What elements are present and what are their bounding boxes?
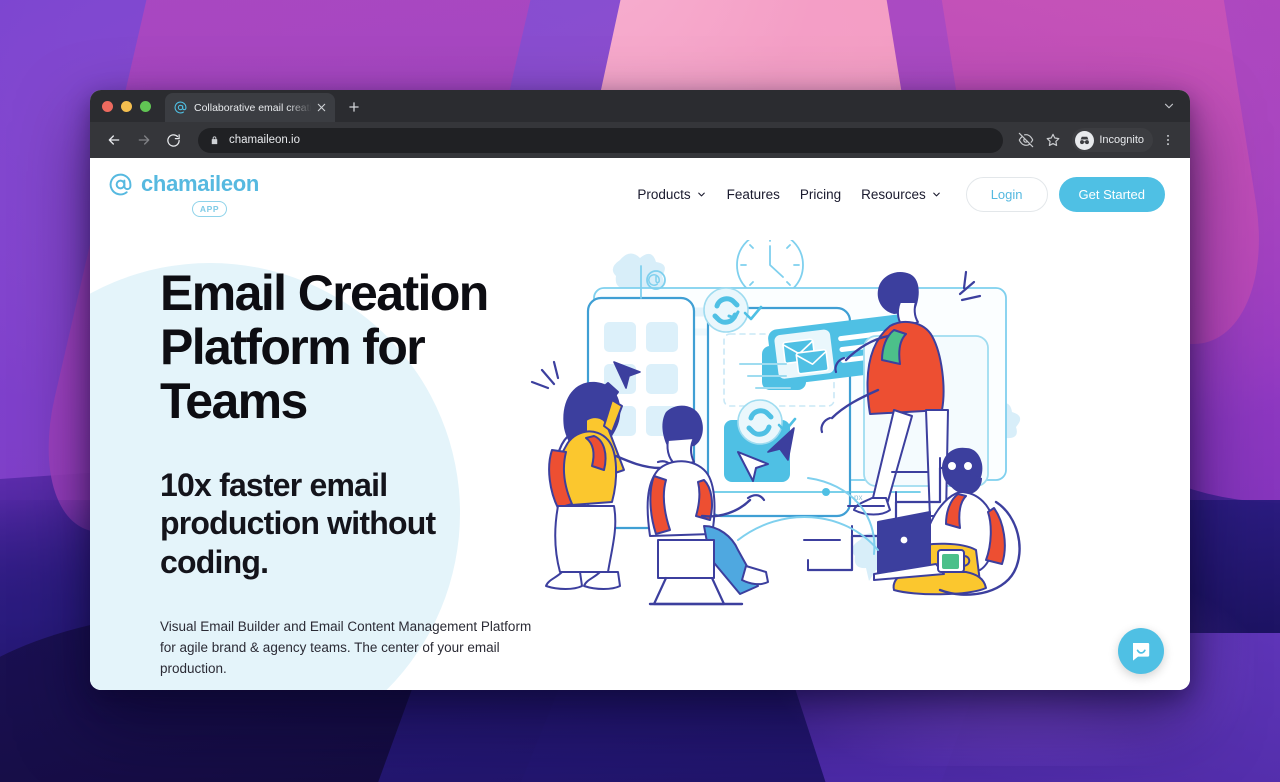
plus-icon[interactable] <box>341 94 367 120</box>
reload-icon[interactable] <box>160 127 187 154</box>
web-page-viewport: chamaileon APP Products Features Pricing… <box>90 158 1190 690</box>
profile-label: Incognito <box>1099 134 1144 146</box>
chevron-down-icon <box>932 192 940 196</box>
chevron-down-icon <box>697 192 705 196</box>
intercom-chat-smile-icon <box>1133 643 1150 661</box>
nav-item-label: Products <box>637 186 691 202</box>
nav-item-label: Pricing <box>799 186 842 202</box>
site-logo[interactable]: chamaileon APP <box>108 171 259 217</box>
arrow-right-icon[interactable] <box>130 127 157 154</box>
nav-item-features[interactable]: Features <box>717 187 790 202</box>
site-header: chamaileon APP Products Features Pricing… <box>90 158 1190 230</box>
nav-item-pricing[interactable]: Pricing <box>790 187 851 202</box>
at-sign-icon <box>109 173 132 195</box>
arrow-left-icon[interactable] <box>100 127 127 154</box>
browser-tab-active[interactable]: Collaborative email creation pl <box>165 93 335 122</box>
browser-tab-title: Collaborative email creation pl <box>194 101 314 114</box>
zoom-window-button[interactable] <box>140 101 151 112</box>
nav-item-products[interactable]: Products <box>627 187 716 202</box>
hero-section: Email Creation Platform for Teams 10x fa… <box>90 230 1190 680</box>
chevron-down-icon[interactable] <box>1162 99 1176 118</box>
hero-subheading: 10x faster email production without codi… <box>160 467 436 580</box>
intercom-chat-button[interactable] <box>1118 628 1164 674</box>
app-badge: APP <box>191 201 228 217</box>
login-button[interactable]: Login <box>965 176 1048 212</box>
browser-window: Collaborative email creation pl chamaile… <box>90 90 1190 690</box>
incognito-glasses-icon <box>1075 130 1095 150</box>
site-logo-name: chamaileon <box>141 171 260 196</box>
profile-incognito-badge[interactable]: Incognito <box>1072 128 1153 152</box>
window-traffic-lights <box>102 101 151 112</box>
close-icon[interactable] <box>314 100 329 115</box>
url-text: chamaileon.io <box>229 134 300 146</box>
nav-item-resources[interactable]: Resources <box>851 187 952 202</box>
site-nav-menu: Products Features Pricing Resources Logi… <box>627 176 1165 212</box>
kebab-menu-icon[interactable] <box>1156 128 1180 152</box>
star-icon[interactable] <box>1041 128 1065 152</box>
hero-copy: Email Creation Platform for Teams 10x fa… <box>108 230 538 680</box>
minimize-window-button[interactable] <box>121 101 132 112</box>
hero-illustration-wrap: px <box>530 230 1168 680</box>
nav-item-label: Resources <box>861 186 926 202</box>
page-title: Email Creation Platform for Teams <box>160 265 489 429</box>
get-started-button[interactable]: Get Started <box>1058 176 1165 212</box>
browser-toolbar: chamaileon.io Incognito <box>90 122 1190 158</box>
team-collaboration-email-illustration: px <box>530 240 1021 606</box>
close-window-button[interactable] <box>102 101 113 112</box>
at-sign-icon <box>174 101 187 114</box>
nav-item-label: Features <box>726 186 780 202</box>
lock-icon <box>211 135 218 144</box>
eye-off-icon[interactable] <box>1014 128 1038 152</box>
url-input[interactable]: chamaileon.io <box>198 127 1004 153</box>
hero-description: Visual Email Builder and Email Content M… <box>160 619 532 677</box>
browser-tab-strip: Collaborative email creation pl <box>90 90 1190 122</box>
